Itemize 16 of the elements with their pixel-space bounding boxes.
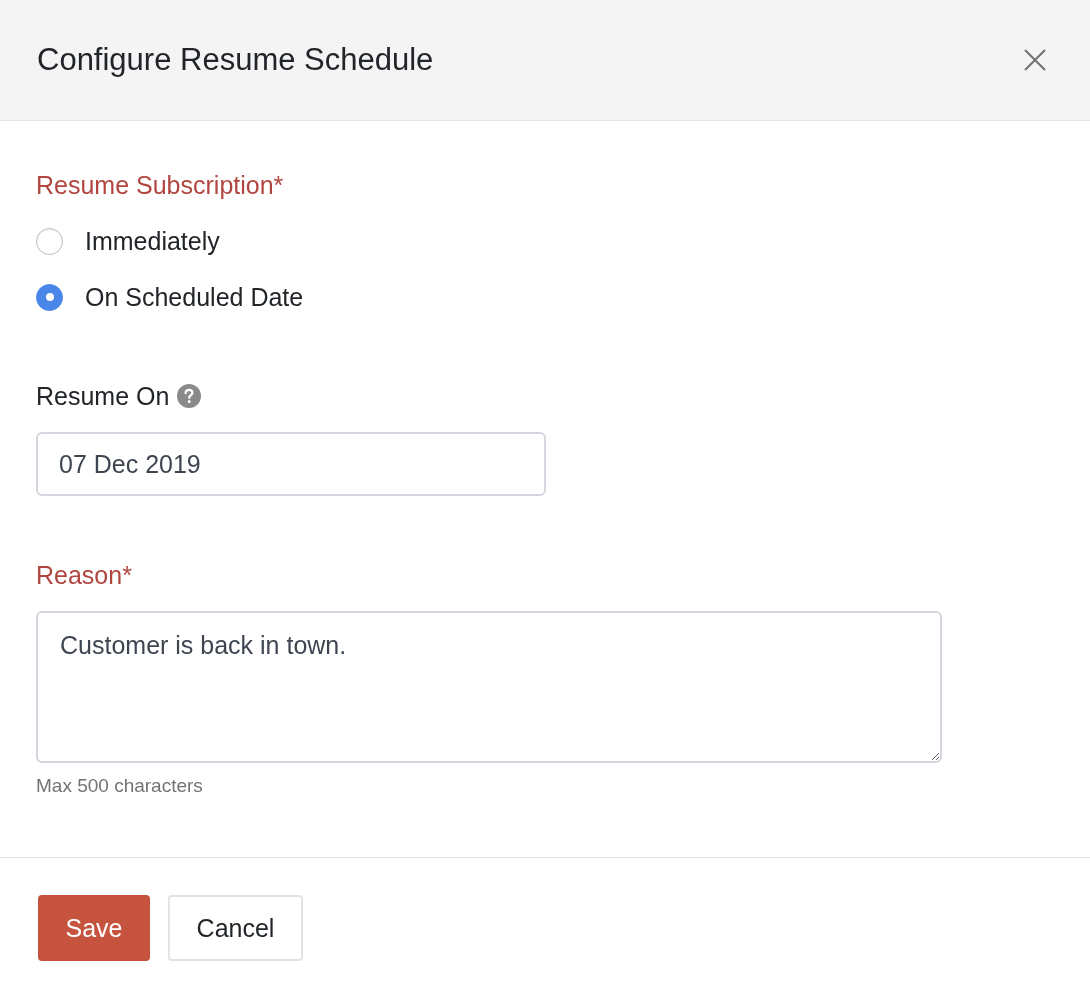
field-label: Resume On: [36, 381, 170, 411]
dialog-title: Configure Resume Schedule: [37, 41, 434, 79]
radio-label[interactable]: Immediately: [85, 226, 220, 256]
radio-button[interactable]: [36, 227, 63, 255]
field-label: Resume Subscription*: [36, 170, 284, 200]
radio-button[interactable]: [36, 283, 63, 311]
field-label: Reason*: [36, 560, 132, 590]
close-icon: [1024, 49, 1046, 71]
date-input-field[interactable]: 07 Dec 2019: [36, 432, 546, 496]
help-icon[interactable]: [177, 384, 202, 408]
cancel-button[interactable]: Cancel: [168, 895, 303, 961]
save-button[interactable]: Save: [38, 895, 150, 961]
close-button[interactable]: [1024, 49, 1046, 71]
reason-text-area[interactable]: Customer is back in town.: [36, 611, 942, 763]
radio-label[interactable]: On Scheduled Date: [85, 282, 304, 312]
character-limit-hint: Max 500 characters: [36, 775, 203, 797]
